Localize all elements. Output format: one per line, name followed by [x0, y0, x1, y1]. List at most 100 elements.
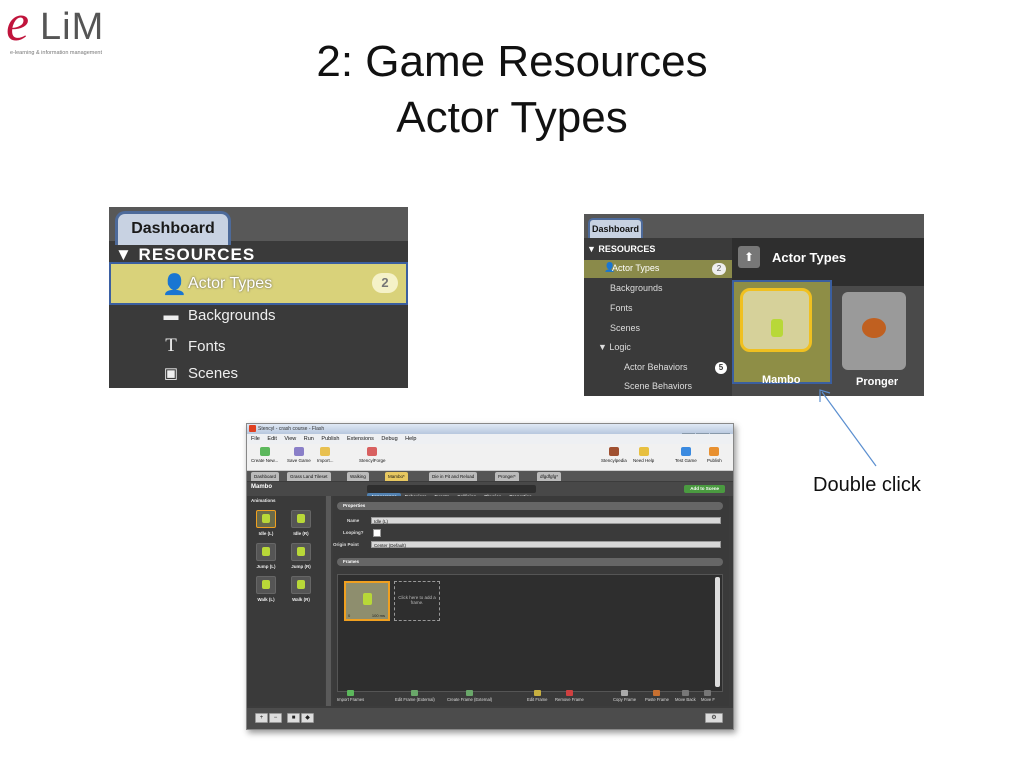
menu-view[interactable]: View: [284, 436, 296, 442]
create-frame-external-button[interactable]: Create Frame (External): [447, 690, 492, 702]
mambo-sprite-icon: [771, 319, 783, 337]
slide-title-line1: 2: Game Resources: [316, 37, 708, 86]
import-icon: [347, 690, 355, 696]
origin-point-select[interactable]: Center (Default): [371, 541, 721, 548]
doc-tab-grass-land-tileset[interactable]: Grass Land Tileset: [287, 472, 331, 481]
looping-checkbox[interactable]: [373, 529, 381, 537]
save-game-button[interactable]: Save Game: [287, 447, 311, 463]
plus-icon: [259, 447, 270, 456]
resources-header[interactable]: ▼ RESOURCES: [587, 244, 655, 254]
edit-frame-external-button[interactable]: Edit Frame (External): [395, 690, 435, 702]
animation-idle-right[interactable]: Idle (R): [290, 510, 312, 536]
count-badge: 2: [712, 263, 726, 275]
doc-tab-pronger[interactable]: Pronger*: [495, 472, 519, 481]
animations-panel: Animations Idle (L) Idle (R) Jump (L) Ju…: [247, 496, 325, 706]
bottom-bar: + − ■ ◆ ⚙: [247, 708, 733, 729]
slide-title-line2: Actor Types: [396, 93, 628, 142]
count-badge: 2: [372, 273, 398, 293]
copy-icon: [621, 690, 629, 696]
doc-tab-dashboard[interactable]: Dashboard: [251, 472, 280, 481]
sidebar-item-scene-behaviors[interactable]: Scene Behaviors: [624, 381, 692, 391]
name-field[interactable]: Idle (L): [371, 517, 721, 524]
move-forward-icon: [704, 690, 712, 696]
animation-walk-left[interactable]: Walk (L): [255, 576, 277, 602]
publish-button[interactable]: Publish: [707, 447, 722, 463]
sidebar-item-fonts[interactable]: T Fonts: [160, 335, 225, 357]
sidebar-item-actor-types[interactable]: 👤 Actor Types 2: [109, 262, 408, 305]
stencylforge-button[interactable]: StencylForge: [359, 447, 386, 463]
frame-duration: 100 ms: [371, 613, 385, 618]
resources-header[interactable]: ▼ RESOURCES: [115, 245, 255, 261]
add-to-scene-button[interactable]: Add to Scene: [684, 485, 725, 493]
frame-sprite: [363, 593, 372, 605]
panel-divider[interactable]: [326, 496, 331, 706]
move-forward-button[interactable]: Move F: [701, 690, 715, 702]
paste-icon: [653, 690, 661, 696]
frames-scrollbar[interactable]: [715, 577, 720, 687]
sidebar-item-actor-behaviors[interactable]: Actor Behaviors: [624, 362, 688, 372]
sidebar-item-actor-types[interactable]: 👤 Actor Types 2: [584, 260, 732, 278]
test-game-button[interactable]: Test Game: [675, 447, 697, 463]
menu-file[interactable]: File: [251, 436, 260, 442]
import-button[interactable]: Import...: [317, 447, 334, 463]
import-frames-button[interactable]: Import Frames: [337, 690, 364, 702]
menu-extensions[interactable]: Extensions: [347, 436, 374, 442]
properties-section-header[interactable]: Properties: [337, 502, 723, 510]
menu-publish[interactable]: Publish: [321, 436, 339, 442]
doc-tab-mambo[interactable]: Mambo*: [385, 472, 408, 481]
save-icon: [293, 447, 304, 456]
paste-frame-button[interactable]: Paste Frame: [645, 690, 669, 702]
menu-debug[interactable]: Debug: [381, 436, 397, 442]
sidebar-item-scenes[interactable]: Scenes: [610, 323, 640, 333]
animation-jump-left[interactable]: Jump (L): [255, 543, 277, 569]
need-help-button[interactable]: Need Help: [633, 447, 654, 463]
doc-tab-die-in-pit[interactable]: Die in Pit and Reload: [429, 472, 478, 481]
menu-edit[interactable]: Edit: [267, 436, 276, 442]
remove-frame-button[interactable]: Remove Frame: [555, 690, 584, 702]
view-mode-button[interactable]: ◆: [301, 713, 314, 723]
up-arrow-icon[interactable]: ⬆: [738, 246, 760, 268]
folder-icon: [320, 447, 331, 456]
remove-icon: [565, 690, 573, 696]
move-back-icon: [681, 690, 689, 696]
menu-run[interactable]: Run: [304, 436, 314, 442]
sidebar-item-scenes[interactable]: ▣ Scenes: [160, 364, 238, 382]
pencil-icon: [533, 690, 541, 696]
view-button[interactable]: ■: [287, 713, 300, 723]
create-new-button[interactable]: Create New...: [251, 447, 278, 463]
move-back-button[interactable]: Move Back: [675, 690, 696, 702]
origin-point-label: Origin Point: [333, 542, 359, 547]
sidebar-item-fonts[interactable]: Fonts: [610, 303, 633, 313]
add-animation-button[interactable]: +: [255, 713, 268, 723]
stencylpedia-button[interactable]: Stencylpedia: [601, 447, 627, 463]
document-tabs: Dashboard Grass Land Tileset Walking Mam…: [247, 471, 733, 481]
looping-label: Looping?: [343, 530, 364, 535]
frame-index: 0: [348, 613, 351, 618]
sidebar-item-backgrounds[interactable]: Backgrounds: [610, 283, 663, 293]
frame-thumbnail[interactable]: 0 100 ms: [344, 581, 390, 621]
create-icon: [466, 690, 474, 696]
edit-frame-button[interactable]: Edit Frame: [527, 690, 547, 702]
animation-walk-right[interactable]: Walk (R): [290, 576, 312, 602]
animations-label: Animations: [251, 498, 276, 503]
stencyl-app-icon: [249, 425, 256, 432]
copy-frame-button[interactable]: Copy Frame: [613, 690, 636, 702]
sidebar-item-logic[interactable]: ▼ Logic: [598, 342, 631, 352]
frames-section-header[interactable]: Frames: [337, 558, 723, 566]
remove-animation-button[interactable]: −: [269, 713, 282, 723]
doc-tab-dfgdfgfg[interactable]: dfgdfgfg*: [537, 472, 562, 481]
tab-dashboard[interactable]: Dashboard: [588, 218, 643, 238]
menu-help[interactable]: Help: [405, 436, 416, 442]
actor-types-screenshot: Dashboard ▼ RESOURCES 👤 Actor Types 2 Ba…: [584, 214, 924, 396]
toolbar: Create New... Save Game Import... Stency…: [247, 444, 733, 471]
settings-gear-icon[interactable]: ⚙: [705, 713, 723, 723]
add-frame-placeholder[interactable]: Click here to add a frame.: [394, 581, 440, 621]
tab-dashboard[interactable]: Dashboard: [115, 211, 231, 245]
sidebar-item-backgrounds[interactable]: ▬ Backgrounds: [160, 307, 276, 324]
animation-jump-right[interactable]: Jump (R): [290, 543, 312, 569]
background-icon: ▬: [163, 307, 179, 324]
help-icon: [638, 447, 649, 456]
animation-idle-left[interactable]: Idle (L): [255, 510, 277, 536]
doc-tab-walking[interactable]: Walking: [347, 472, 369, 481]
menu-bar: File Edit View Run Publish Extensions De…: [247, 434, 733, 444]
